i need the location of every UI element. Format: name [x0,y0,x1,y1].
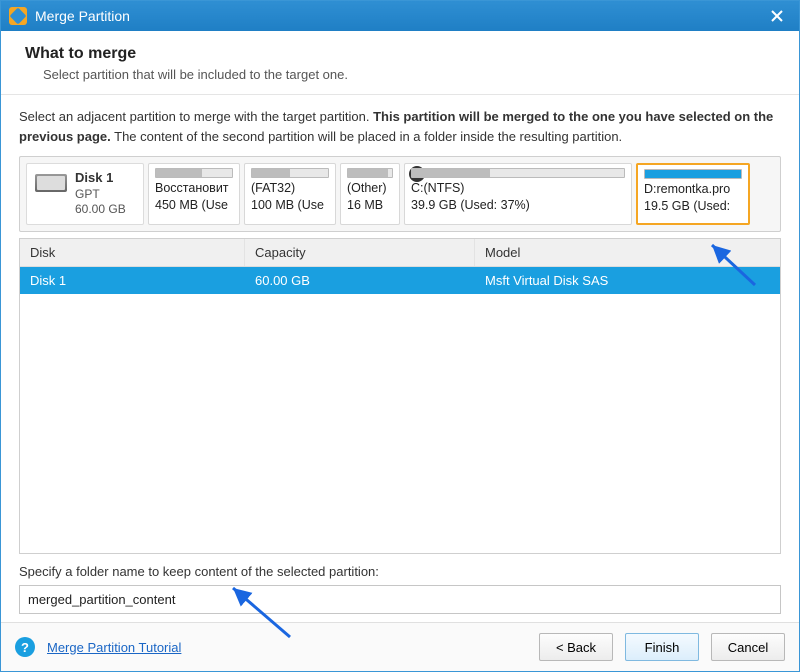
partition-card-selected[interactable]: D:remontka.pro 19.5 GB (Used: [636,163,750,225]
th-capacity[interactable]: Capacity [245,239,475,266]
folder-name-input[interactable] [19,585,781,614]
partition-size: 19.5 GB (Used: [644,199,742,213]
partition-size: 39.9 GB (Used: 37%) [411,198,625,212]
app-icon [9,7,27,25]
partition-size: 100 MB (Use [251,198,329,212]
partition-label: D:remontka.pro [644,182,742,196]
disk-layout-panel: Disk 1 GPT 60.00 GB Восстановит 450 MB (… [19,156,781,232]
close-button[interactable] [763,5,791,27]
window-title: Merge Partition [35,8,130,24]
table-row[interactable]: Disk 1 60.00 GB Msft Virtual Disk SAS [20,267,780,294]
wizard-header: What to merge Select partition that will… [1,31,799,95]
wizard-footer: ? Merge Partition Tutorial < Back Finish… [1,622,799,671]
cancel-button[interactable]: Cancel [711,633,785,661]
partition-label: C:(NTFS) [411,181,625,195]
partition-card[interactable]: Восстановит 450 MB (Use [148,163,240,225]
partition-label: (FAT32) [251,181,329,195]
close-icon [771,10,783,22]
help-icon[interactable]: ? [15,637,35,657]
th-disk[interactable]: Disk [20,239,245,266]
td-capacity: 60.00 GB [245,267,475,294]
disk-table: Disk Capacity Model Disk 1 60.00 GB Msft… [19,238,781,554]
titlebar: Merge Partition [1,1,799,31]
description-pre: Select an adjacent partition to merge wi… [19,109,373,124]
page-subheading: Select partition that will be included t… [43,67,775,82]
disk-icon [35,174,67,192]
partition-label: Восстановит [155,181,233,195]
partition-size: 450 MB (Use [155,198,233,212]
partition-card[interactable]: (FAT32) 100 MB (Use [244,163,336,225]
folder-name-label: Specify a folder name to keep content of… [19,564,781,579]
td-model: Msft Virtual Disk SAS [475,267,780,294]
page-heading: What to merge [25,45,775,63]
disk-scheme: GPT [75,187,126,203]
merge-partition-window: Merge Partition What to merge Select par… [0,0,800,672]
th-model[interactable]: Model [475,239,780,266]
description-post: The content of the second partition will… [111,129,622,144]
description: Select an adjacent partition to merge wi… [19,107,781,146]
tutorial-link[interactable]: Merge Partition Tutorial [47,640,181,655]
disk-summary-card: Disk 1 GPT 60.00 GB [26,163,144,225]
wizard-body: Select an adjacent partition to merge wi… [1,95,799,622]
partition-label: (Other) [347,181,393,195]
partition-card-target[interactable]: ✓ C:(NTFS) 39.9 GB (Used: 37%) [404,163,632,225]
disk-name: Disk 1 [75,170,126,187]
back-button[interactable]: < Back [539,633,613,661]
table-header: Disk Capacity Model [20,239,780,267]
partition-size: 16 MB [347,198,393,212]
td-disk: Disk 1 [20,267,245,294]
partition-card[interactable]: (Other) 16 MB [340,163,400,225]
finish-button[interactable]: Finish [625,633,699,661]
disk-size: 60.00 GB [75,202,126,218]
table-body: Disk 1 60.00 GB Msft Virtual Disk SAS [20,267,780,553]
